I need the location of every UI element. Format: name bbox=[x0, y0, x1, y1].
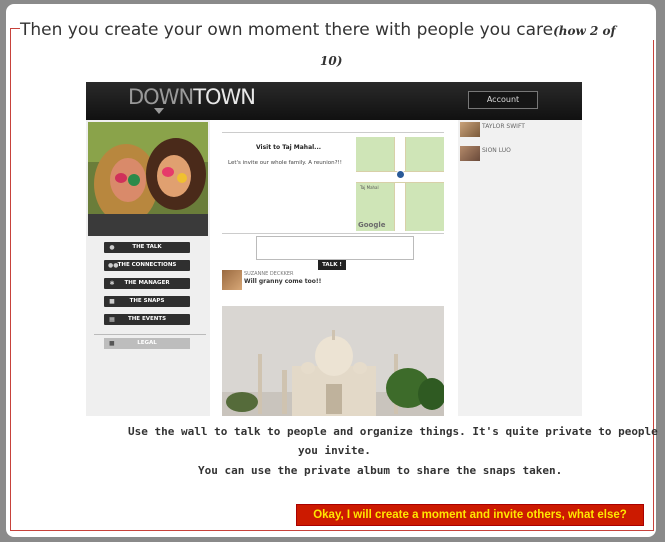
talk-input bbox=[256, 236, 414, 260]
post-avatar bbox=[222, 270, 242, 290]
friend-name: TAYLOR SWIFT bbox=[482, 123, 525, 130]
next-step-button[interactable]: Okay, I will create a moment and invite … bbox=[296, 504, 644, 526]
nav-label: THE CONNECTIONS bbox=[117, 262, 177, 268]
friend-avatar bbox=[460, 146, 480, 161]
left-sidebar: ● THE TALK ●● THE CONNECTIONS ✱ THE MANAGER… bbox=[86, 120, 210, 416]
people-icon: ●● bbox=[108, 262, 119, 269]
nav-label: THE MANAGER bbox=[124, 280, 170, 286]
description-line-2: you invite. bbox=[298, 444, 371, 457]
nav-label: THE SNAPS bbox=[129, 298, 165, 304]
friend-name: SION LUO bbox=[482, 147, 511, 154]
app-topbar: DOWNTOWN Account bbox=[86, 82, 582, 120]
nav-the-talk: ● THE TALK bbox=[104, 242, 190, 253]
nav-legal: ■ LEGAL bbox=[104, 338, 190, 349]
nav-the-events: ▦ THE EVENTS bbox=[104, 314, 190, 325]
logo-arrow-icon bbox=[154, 108, 164, 114]
description-line-3: You can use the private album to share t… bbox=[198, 464, 563, 477]
friend-avatar bbox=[460, 122, 480, 137]
event-description: Let's invite our whole family. A reunion… bbox=[228, 160, 342, 166]
speech-bubble-icon: ● bbox=[109, 244, 115, 251]
nav-label: THE EVENTS bbox=[127, 316, 167, 322]
event-card: Visit to Taj Mahal... Let's invite our w… bbox=[222, 132, 444, 234]
step-progress: (how 2 of bbox=[553, 24, 616, 38]
event-title: Visit to Taj Mahal... bbox=[256, 144, 322, 151]
profile-photo bbox=[88, 122, 208, 236]
logo-down-text: DOWN bbox=[128, 85, 194, 109]
map-road bbox=[394, 137, 406, 231]
right-sidebar: TAYLOR SWIFT SION LUO bbox=[458, 120, 582, 416]
app-screenshot: DOWNTOWN Account ● THE TALK ●● THE CONNECT… bbox=[86, 82, 582, 416]
nav-divider bbox=[94, 334, 206, 335]
nav-the-snaps: ■ THE SNAPS bbox=[104, 296, 190, 307]
nav-label: LEGAL bbox=[137, 340, 157, 346]
nav-the-manager: ✱ THE MANAGER bbox=[104, 278, 190, 289]
post-author: SUZANNE DECKKER bbox=[244, 271, 294, 277]
description-line-1: Use the wall to talk to people and organ… bbox=[128, 425, 658, 438]
moment-wall: Visit to Taj Mahal... Let's invite our w… bbox=[220, 120, 446, 416]
dialog-title: Then you create your own moment there wi… bbox=[20, 20, 554, 40]
calendar-icon: ▦ bbox=[109, 316, 115, 323]
post-text: Will granny come too!! bbox=[244, 278, 322, 285]
google-logo: Google bbox=[358, 221, 386, 229]
dialog-heading: Then you create your own moment there wi… bbox=[20, 20, 654, 40]
gear-icon: ✱ bbox=[109, 280, 115, 287]
event-map: Taj Mahal Google bbox=[356, 137, 444, 231]
map-place-label: Taj Mahal bbox=[360, 185, 379, 190]
map-pin-icon bbox=[396, 170, 405, 179]
logo-town-text: TOWN bbox=[193, 85, 256, 109]
account-button: Account bbox=[468, 91, 538, 109]
nav-label: THE TALK bbox=[132, 244, 162, 250]
talk-button: TALK ! bbox=[318, 260, 346, 270]
taj-mahal-photo bbox=[222, 306, 444, 416]
downtown-logo: DOWNTOWN bbox=[128, 85, 256, 109]
camera-icon: ■ bbox=[109, 298, 115, 305]
lock-icon: ■ bbox=[109, 340, 115, 347]
step-progress-total: 10) bbox=[320, 54, 343, 68]
nav-the-connections: ●● THE CONNECTIONS bbox=[104, 260, 190, 271]
